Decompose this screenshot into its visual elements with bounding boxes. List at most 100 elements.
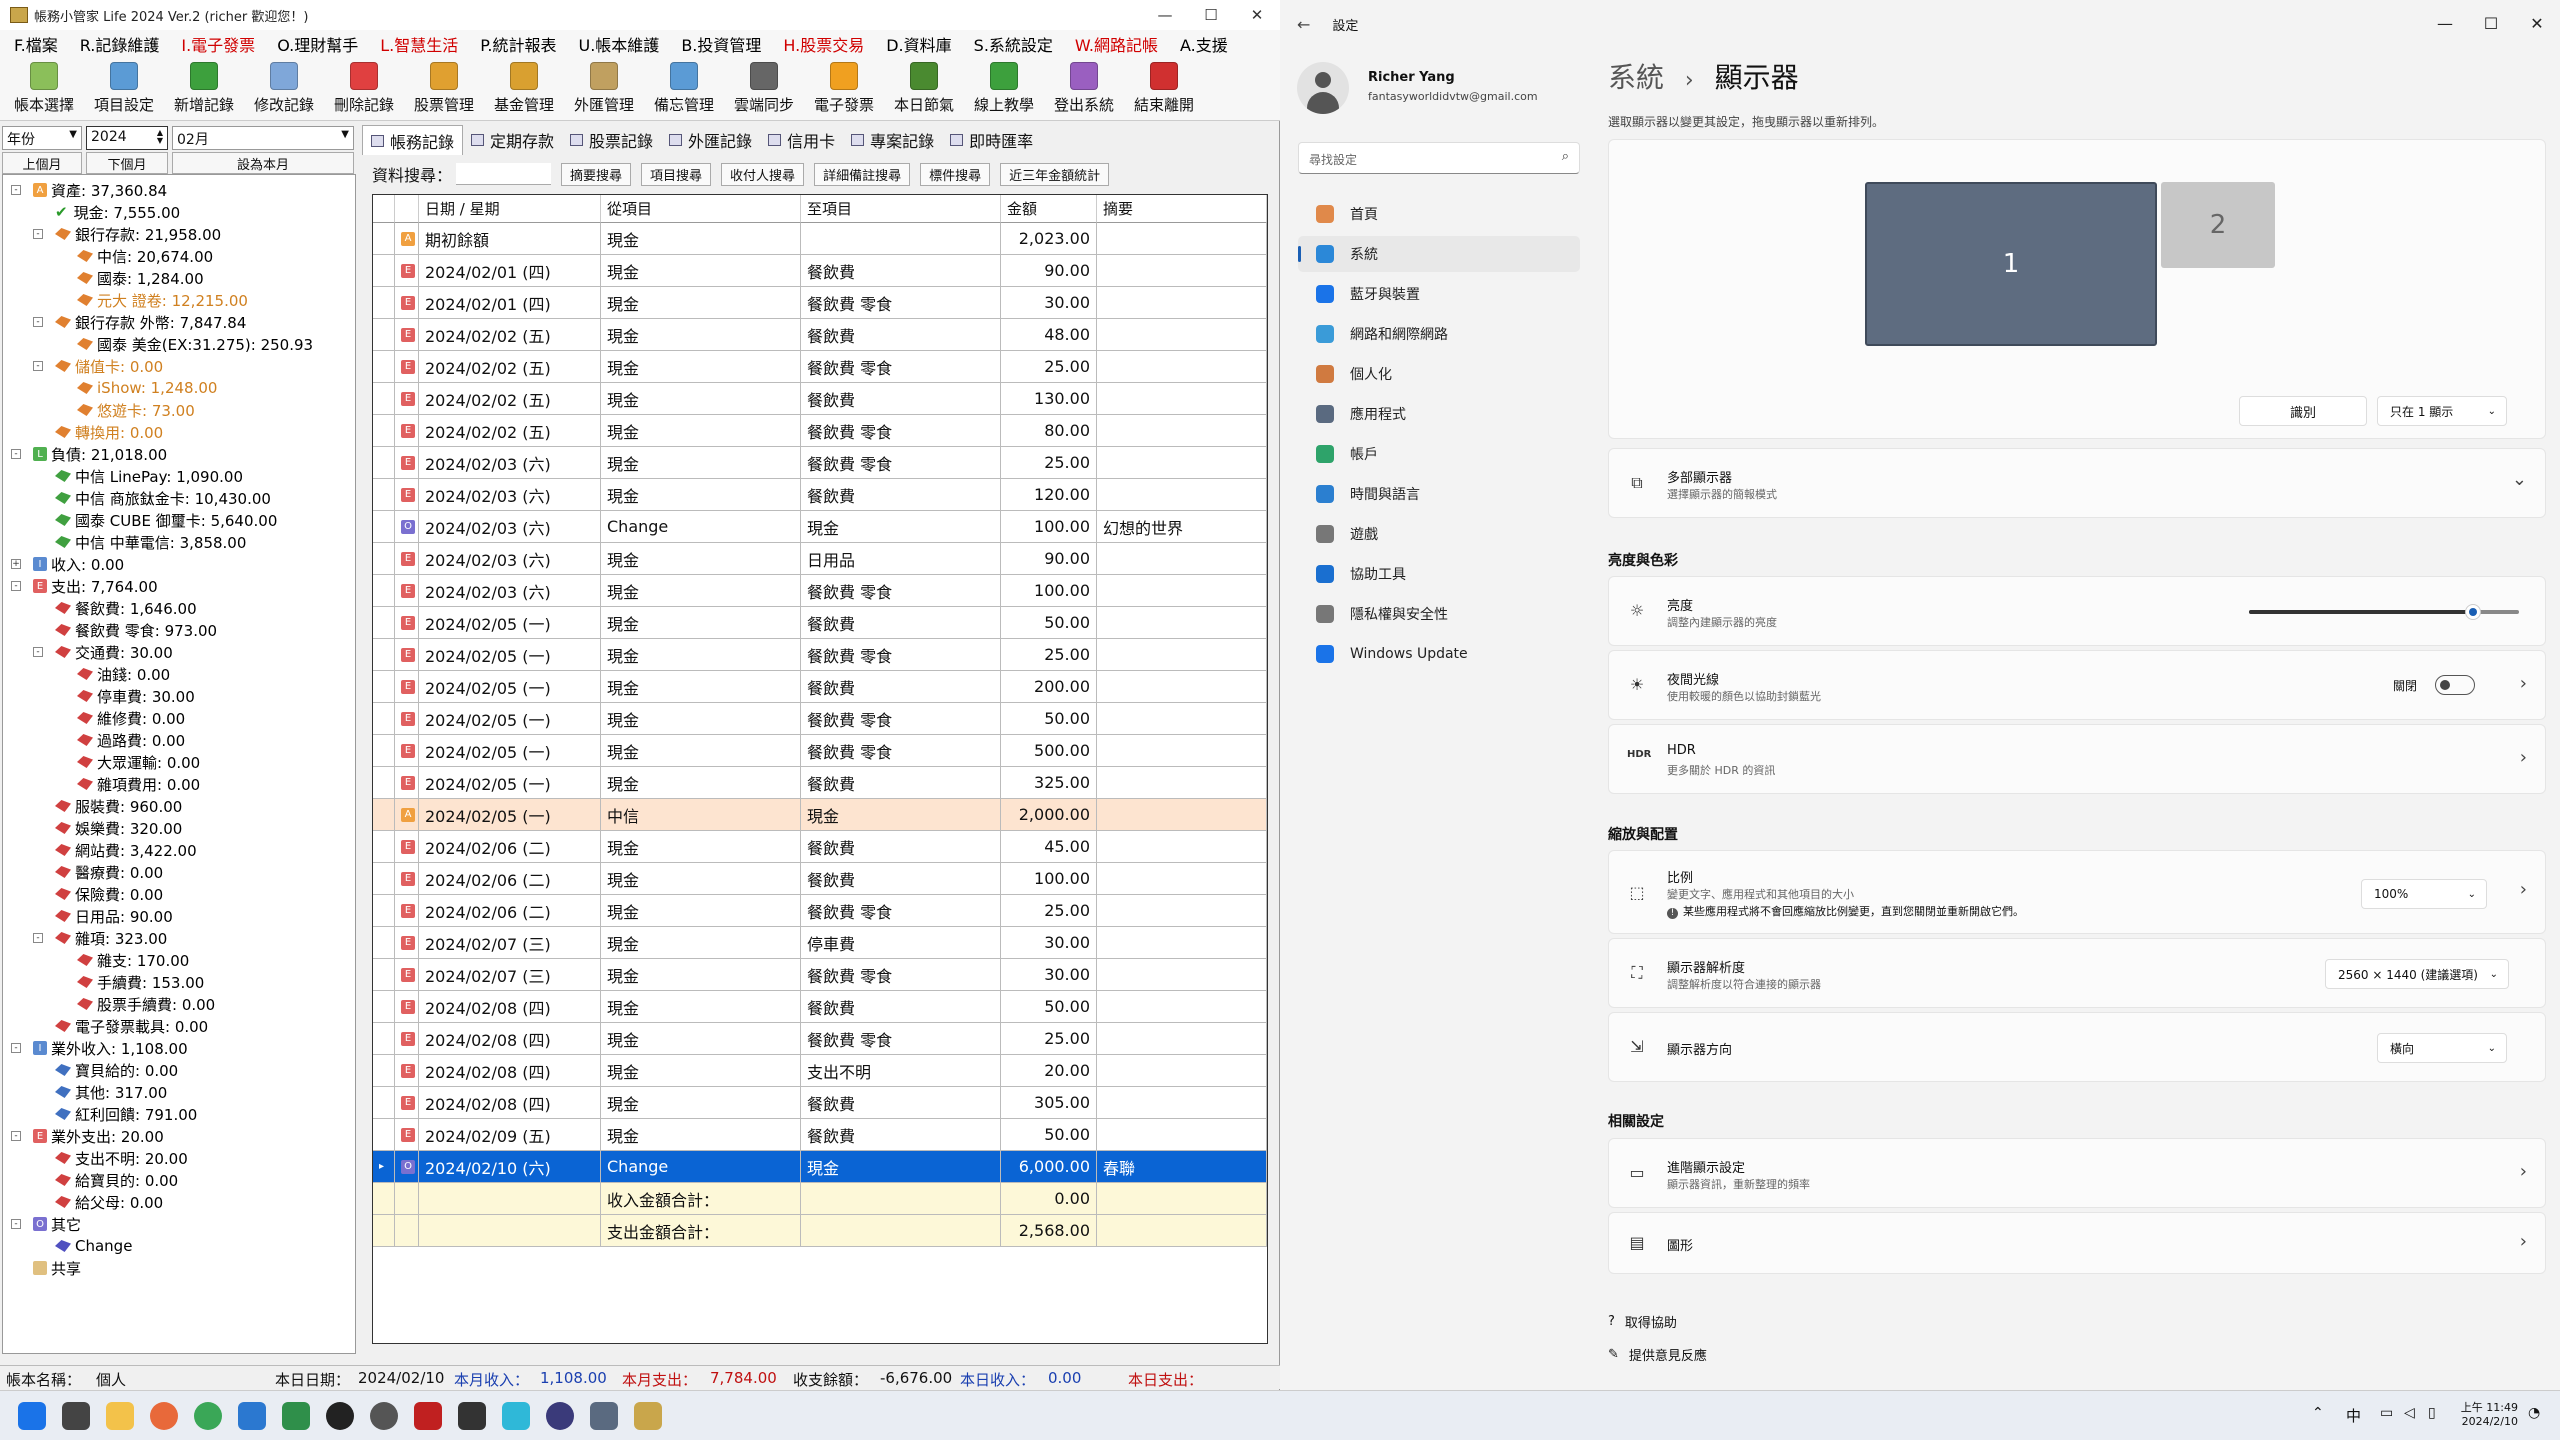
tree-expander[interactable]: + [11, 559, 21, 569]
tab-3[interactable]: 外匯記錄 [661, 125, 760, 155]
toolbar-button[interactable]: 外匯管理 [564, 57, 644, 119]
tree-node[interactable]: I 收入: 0.00 [33, 553, 124, 575]
show-only-dropdown[interactable]: 只在 1 顯示 ⌄ [2377, 396, 2507, 426]
period-select[interactable]: 年份 ▼ [2, 126, 82, 150]
menu-item[interactable]: I.電子發票 [181, 32, 255, 56]
search-button[interactable]: 近三年金額統計 [1000, 162, 1110, 186]
table-row[interactable]: E 2024/02/06 (二) 現金 餐飲費 零食 25.00 [373, 895, 1267, 927]
obs-icon[interactable] [546, 1402, 574, 1430]
table-row[interactable]: E 2024/02/06 (二) 現金 餐飲費 100.00 [373, 863, 1267, 895]
row-header[interactable] [373, 1119, 395, 1150]
tree-node[interactable]: 給寶貝的: 0.00 [55, 1169, 178, 1191]
tree-node[interactable]: 轉換用: 0.00 [55, 421, 163, 443]
nav-item[interactable]: 藍牙與裝置 [1298, 276, 1580, 312]
maximize-icon[interactable]: ☐ [2468, 0, 2514, 46]
tree-node[interactable]: 保險費: 0.00 [55, 883, 163, 905]
year-spinner[interactable]: 2024 ▲ ▼ [86, 126, 168, 150]
table-row[interactable]: E 2024/02/03 (六) 現金 日用品 90.00 [373, 543, 1267, 575]
search-button[interactable]: 標件搜尋 [920, 162, 991, 186]
tree-node[interactable]: 銀行存款 外幣: 7,847.84 [55, 311, 246, 333]
records-grid[interactable]: 日期 / 星期 從項目 至項目 金額 摘要 A 期初餘額 現金 2,023.00 E 2024/02… [372, 194, 1268, 1344]
toolbar-button[interactable]: 電子發票 [804, 57, 884, 119]
firefox-icon[interactable] [150, 1402, 178, 1430]
tree-node[interactable]: 國泰 CUBE 御璽卡: 5,640.00 [55, 509, 277, 531]
tree-node[interactable]: 餐飲費 零食: 973.00 [55, 619, 217, 641]
row-header[interactable] [373, 255, 395, 286]
current-month-button[interactable]: 設為本月 [172, 152, 354, 174]
resolution-dropdown[interactable]: 2560 × 1440 (建議選項) ⌄ [2325, 959, 2509, 989]
file-explorer-icon[interactable] [106, 1402, 134, 1430]
table-row[interactable]: E 2024/02/08 (四) 現金 支出不明 20.00 [373, 1055, 1267, 1087]
row-header[interactable] [373, 959, 395, 990]
tree-node[interactable]: 油錢: 0.00 [77, 663, 170, 685]
tree-node[interactable]: 給父母: 0.00 [55, 1191, 163, 1213]
row-header[interactable] [373, 479, 395, 510]
tree-node[interactable]: 元大 證卷: 12,215.00 [77, 289, 248, 311]
tree-expander[interactable]: - [11, 1131, 21, 1141]
breadcrumb-parent[interactable]: 系統 [1608, 61, 1664, 94]
tree-node[interactable]: 銀行存款: 21,958.00 [55, 223, 221, 245]
advanced-display-card[interactable]: ▭ 進階顯示設定 顯示器資訊，重新整理的頻率 › [1608, 1138, 2546, 1208]
nav-item[interactable]: 系統 [1298, 236, 1580, 272]
tree-node[interactable]: 雜項費用: 0.00 [77, 773, 200, 795]
row-header[interactable] [373, 799, 395, 830]
notification-icon[interactable]: ◔ [2528, 1405, 2540, 1421]
tree-node[interactable]: 寶貝給的: 0.00 [55, 1059, 178, 1081]
table-row[interactable]: E 2024/02/02 (五) 現金 餐飲費 48.00 [373, 319, 1267, 351]
toolbar-button[interactable]: 新增記錄 [164, 57, 244, 119]
row-header[interactable] [373, 991, 395, 1022]
toolbar-button[interactable]: 本日節氣 [884, 57, 964, 119]
tree-node[interactable]: 中信 LinePay: 1,090.00 [55, 465, 243, 487]
vscode-icon[interactable] [238, 1402, 266, 1430]
menu-item[interactable]: H.股票交易 [783, 32, 864, 56]
table-row[interactable]: E 2024/02/05 (一) 現金 餐飲費 零食 25.00 [373, 639, 1267, 671]
tree-node[interactable]: 中信 商旅鈦金卡: 10,430.00 [55, 487, 271, 509]
nav-item[interactable]: 帳戶 [1298, 436, 1580, 472]
tree-node[interactable]: 停車費: 30.00 [77, 685, 195, 707]
row-header[interactable] [373, 735, 395, 766]
menu-item[interactable]: W.網路記帳 [1075, 32, 1158, 56]
tree-node[interactable]: 娛樂費: 320.00 [55, 817, 182, 839]
row-header[interactable] [373, 671, 395, 702]
get-help-link[interactable]: ? 取得協助 [1608, 1312, 1677, 1331]
row-header[interactable] [373, 287, 395, 318]
tree-node[interactable]: 中信 中華電信: 3,858.00 [55, 531, 246, 553]
tree-expander[interactable]: - [33, 229, 43, 239]
remote-app-icon[interactable] [502, 1402, 530, 1430]
tree-node[interactable]: 共享 [33, 1257, 81, 1279]
gaming-app-icon[interactable] [326, 1402, 354, 1430]
tree-node[interactable]: 紅利回饋: 791.00 [55, 1103, 197, 1125]
tree-node[interactable]: 服裝費: 960.00 [55, 795, 182, 817]
nav-item[interactable]: 網路和網際網路 [1298, 316, 1580, 352]
table-row[interactable]: E 2024/02/02 (五) 現金 餐飲費 130.00 [373, 383, 1267, 415]
row-header[interactable] [373, 831, 395, 862]
github-icon[interactable] [370, 1402, 398, 1430]
nav-item[interactable]: 應用程式 [1298, 396, 1580, 432]
nav-item[interactable]: 協助工具 [1298, 556, 1580, 592]
row-header[interactable] [373, 415, 395, 446]
tree-expander[interactable]: - [11, 185, 21, 195]
network-icon[interactable]: ▭ [2380, 1405, 2393, 1421]
row-header[interactable] [373, 1055, 395, 1086]
menu-item[interactable]: F.檔案 [14, 32, 58, 56]
clock[interactable]: 上午 11:49 2024/2/10 [2456, 1399, 2518, 1428]
task-view-icon[interactable] [62, 1402, 90, 1430]
tab-1[interactable]: 定期存款 [463, 125, 562, 155]
tree-node[interactable]: 維修費: 0.00 [77, 707, 185, 729]
row-header[interactable] [373, 319, 395, 350]
next-month-button[interactable]: 下個月 [86, 152, 168, 174]
table-row[interactable]: E 2024/02/03 (六) 現金 餐飲費 120.00 [373, 479, 1267, 511]
tree-node[interactable]: ✔ 現金: 7,555.00 [55, 201, 180, 223]
search-button[interactable]: 收付人搜尋 [721, 162, 805, 186]
monitor-1[interactable]: 1 [1865, 182, 2157, 346]
table-row[interactable]: E 2024/02/05 (一) 現金 餐飲費 零食 50.00 [373, 703, 1267, 735]
orientation-dropdown[interactable]: 橫向 ⌄ [2377, 1033, 2507, 1063]
settings-search-field[interactable]: 尋找設定 ⌕ [1298, 142, 1580, 174]
row-header[interactable] [373, 1023, 395, 1054]
tree-node[interactable]: 大眾運輸: 0.00 [77, 751, 200, 773]
tree-node[interactable]: E 業外支出: 20.00 [33, 1125, 164, 1147]
tree-node[interactable]: 餐飲費: 1,646.00 [55, 597, 197, 619]
search-button[interactable]: 摘要搜尋 [561, 162, 632, 186]
tree-node[interactable]: O 其它 [33, 1213, 81, 1235]
tree-expander[interactable]: - [33, 933, 43, 943]
